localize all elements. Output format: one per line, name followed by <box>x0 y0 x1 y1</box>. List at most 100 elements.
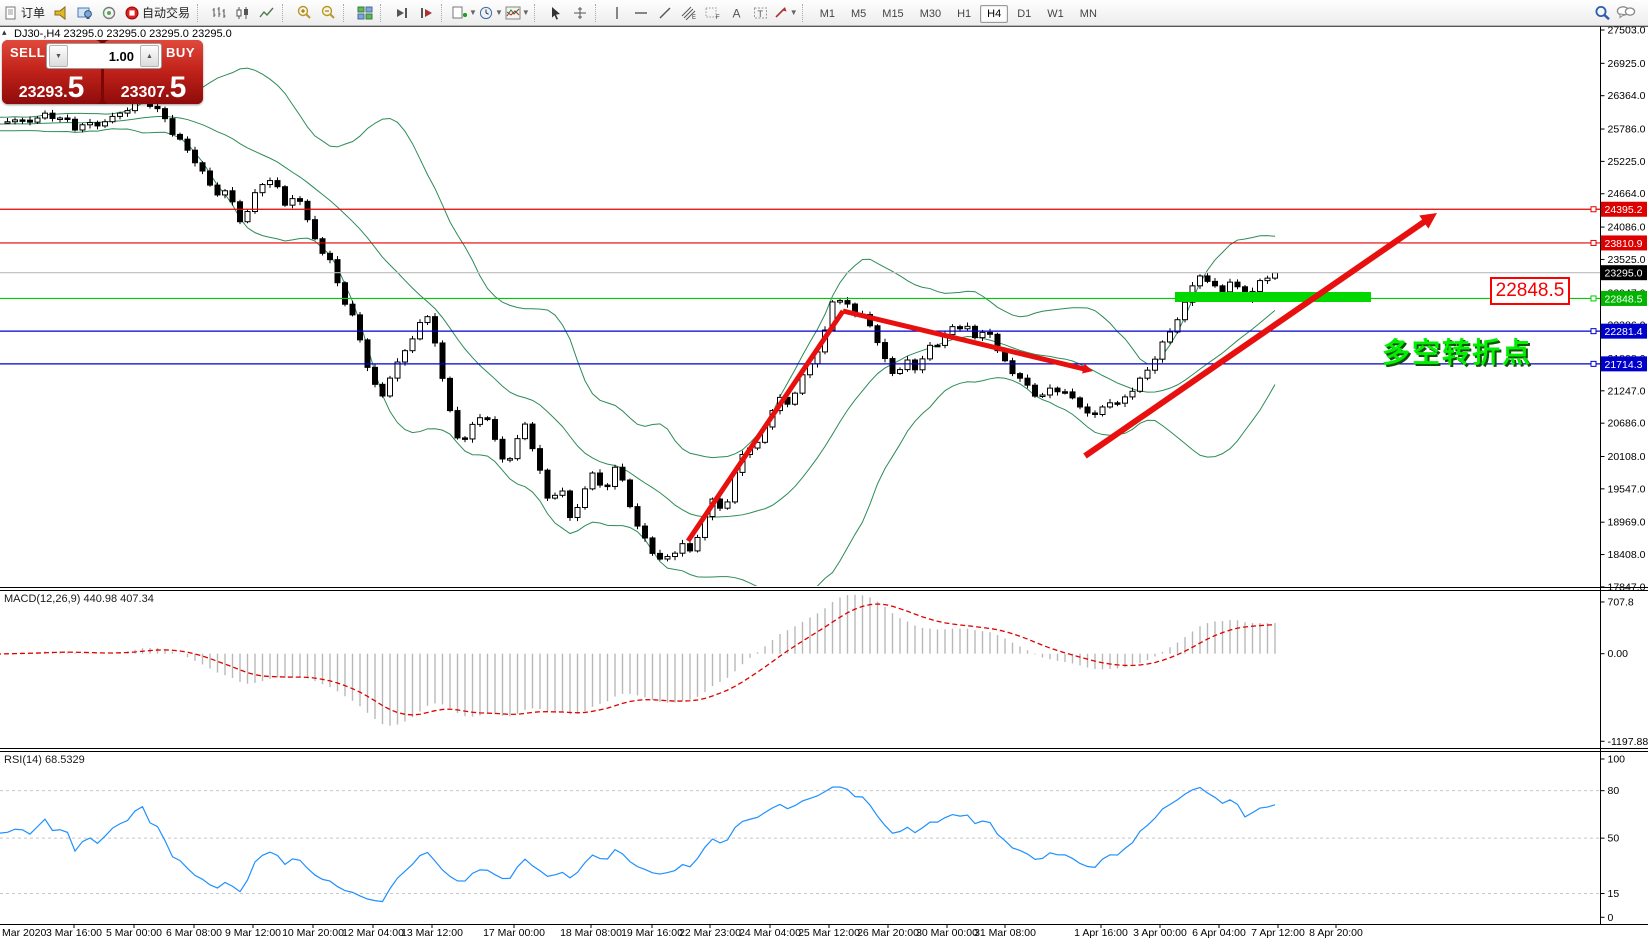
timeframe-M1[interactable]: M1 <box>813 5 842 23</box>
periods-button[interactable]: ▼ <box>479 3 503 23</box>
new-order-button[interactable]: 订单 <box>0 4 49 21</box>
zoom-out-button[interactable] <box>317 3 339 23</box>
arrow-shape-icon <box>774 6 789 20</box>
svg-text:22848.5: 22848.5 <box>1605 293 1643 305</box>
cursor-icon <box>549 6 563 20</box>
chart-shift-button[interactable] <box>415 3 437 23</box>
chart-shift-icon <box>418 6 434 20</box>
indicators-button[interactable]: ▼ <box>505 3 530 23</box>
grid-button[interactable]: F <box>702 3 724 23</box>
alerts-button[interactable] <box>50 3 72 23</box>
new-order-icon <box>4 6 18 20</box>
svg-text:18969.0: 18969.0 <box>1608 517 1646 529</box>
volume-input[interactable] <box>70 48 138 65</box>
line-chart-button[interactable] <box>256 3 278 23</box>
svg-text:6 Apr 04:00: 6 Apr 04:00 <box>1192 927 1246 939</box>
svg-text:31 Mar 08:00: 31 Mar 08:00 <box>974 927 1036 939</box>
text-label-button[interactable]: T <box>750 3 772 23</box>
search-button[interactable] <box>1591 3 1613 23</box>
trendline-icon <box>658 6 672 20</box>
svg-text:23525.0: 23525.0 <box>1608 254 1646 266</box>
buy-label: BUY <box>166 45 195 60</box>
toolbar-separator <box>380 4 387 22</box>
svg-text:15: 15 <box>1608 888 1620 900</box>
sell-price-int: 23293. <box>19 84 68 101</box>
auto-scroll-icon <box>394 6 410 20</box>
grid-icon: F <box>705 6 721 20</box>
timeframe-W1[interactable]: W1 <box>1040 5 1071 23</box>
tile-windows-button[interactable] <box>354 3 376 23</box>
fibonacci-icon: E <box>681 6 697 20</box>
horizontal-line-button[interactable] <box>630 3 652 23</box>
toolbar-separator <box>197 4 204 22</box>
svg-text:E: E <box>692 15 696 20</box>
svg-text:25225.0: 25225.0 <box>1608 156 1646 168</box>
svg-text:8 Apr 20:00: 8 Apr 20:00 <box>1309 927 1363 939</box>
new-chart-icon <box>452 6 468 20</box>
toolbar-separator <box>282 4 289 22</box>
new-chart-button[interactable]: ▼ <box>452 3 477 23</box>
crosshair-icon <box>573 6 587 20</box>
trendline-button[interactable] <box>654 3 676 23</box>
zoom-out-icon <box>320 5 336 20</box>
chat-button[interactable] <box>1615 3 1637 23</box>
toolbar-separator <box>595 4 602 22</box>
time-axis: Mar 20203 Mar 16:005 Mar 00:006 Mar 08:0… <box>2 924 1363 939</box>
autotrading-button[interactable]: 自动交易 <box>121 4 194 21</box>
svg-text:20108.0: 20108.0 <box>1608 451 1646 463</box>
signals-button[interactable] <box>98 3 120 23</box>
market-watch-icon <box>77 6 93 20</box>
volume-up-button[interactable]: ▲ <box>140 45 159 67</box>
svg-text:0.00: 0.00 <box>1608 648 1629 660</box>
sell-price: 23293.5 <box>2 75 101 102</box>
toolbar-separator <box>441 4 448 22</box>
vertical-line-icon <box>611 6 623 20</box>
signals-icon <box>101 6 117 20</box>
market-watch-button[interactable] <box>74 3 96 23</box>
timeframe-M5[interactable]: M5 <box>844 5 873 23</box>
support-zone-bar[interactable] <box>1175 292 1371 302</box>
svg-text:24395.2: 24395.2 <box>1605 204 1643 216</box>
timeframe-H4[interactable]: H4 <box>980 5 1008 23</box>
crosshair-button[interactable] <box>569 3 591 23</box>
cursor-button[interactable] <box>545 3 567 23</box>
turning-point-annotation[interactable]: 多空转折点 <box>1382 331 1532 371</box>
buy-price: 23307.5 <box>104 75 203 102</box>
one-click-collapse-arrow[interactable]: ▴ <box>2 27 7 38</box>
one-click-trading-panel: SELL 23293.5 BUY 23307.5 ▼ ▲ <box>2 40 203 104</box>
zoom-in-button[interactable] <box>293 3 315 23</box>
timeframe-M30[interactable]: M30 <box>913 5 948 23</box>
svg-text:19547.0: 19547.0 <box>1608 483 1646 495</box>
price-axis: 27503.026925.026364.025786.025225.024664… <box>0 25 1648 924</box>
candle-chart-button[interactable] <box>232 3 254 23</box>
clock-icon <box>479 6 494 20</box>
autotrading-icon <box>125 6 139 20</box>
svg-text:T: T <box>758 8 764 18</box>
timeframe-H1[interactable]: H1 <box>950 5 978 23</box>
svg-text:17 Mar 00:00: 17 Mar 00:00 <box>483 927 545 939</box>
auto-scroll-button[interactable] <box>391 3 413 23</box>
fibonacci-button[interactable]: E <box>678 3 700 23</box>
timeframe-D1[interactable]: D1 <box>1010 5 1038 23</box>
timeframe-MN[interactable]: MN <box>1073 5 1104 23</box>
price-annotation-box[interactable]: 22848.5 <box>1490 277 1570 305</box>
timeframe-M15[interactable]: M15 <box>875 5 910 23</box>
svg-text:100: 100 <box>1608 754 1626 766</box>
svg-text:18 Mar 08:00: 18 Mar 08:00 <box>560 927 622 939</box>
timeframe-bar: M1M5M15M30H1H4D1W1MN <box>812 6 1105 20</box>
svg-text:0: 0 <box>1608 912 1614 924</box>
bar-chart-button[interactable] <box>208 3 230 23</box>
search-icon <box>1594 5 1611 21</box>
trend-arrows[interactable] <box>688 213 1437 541</box>
shapes-button[interactable]: ▼ <box>774 3 798 23</box>
zoom-in-icon <box>296 5 312 20</box>
volume-down-button[interactable]: ▼ <box>49 45 68 67</box>
vertical-line-button[interactable] <box>606 3 628 23</box>
svg-text:18408.0: 18408.0 <box>1608 549 1646 561</box>
svg-text:27503.0: 27503.0 <box>1608 25 1646 37</box>
text-tool-button[interactable]: A <box>726 3 748 23</box>
mt4-window: 27503.026925.026364.025786.025225.024664… <box>0 0 1648 939</box>
chart-canvas[interactable]: 27503.026925.026364.025786.025225.024664… <box>0 0 1648 939</box>
svg-text:21714.3: 21714.3 <box>1605 359 1643 371</box>
indicators-icon <box>505 6 521 20</box>
